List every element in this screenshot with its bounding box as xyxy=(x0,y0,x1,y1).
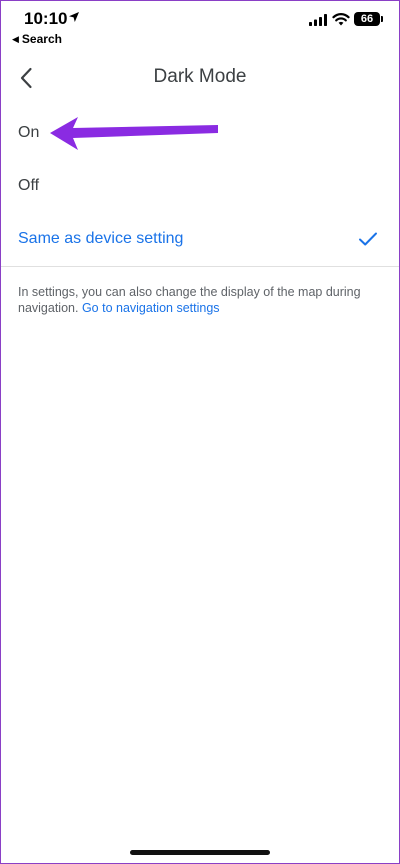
option-same-as-device[interactable]: Same as device setting xyxy=(0,213,400,265)
option-off-label: Off xyxy=(18,177,40,194)
annotation-arrow-icon xyxy=(50,117,218,150)
info-text-block: In settings, you can also change the dis… xyxy=(18,284,384,316)
navigation-settings-link[interactable]: Go to navigation settings xyxy=(82,301,220,315)
option-same-as-device-label: Same as device setting xyxy=(18,230,184,247)
page-title: Dark Mode xyxy=(153,66,247,87)
back-triangle-icon: ◀ xyxy=(12,33,19,44)
home-indicator[interactable] xyxy=(130,850,270,855)
divider xyxy=(0,266,400,267)
cellular-signal-icon xyxy=(309,14,327,26)
option-on-label: On xyxy=(18,124,40,141)
back-to-app-link[interactable]: ◀ Search xyxy=(12,32,62,46)
battery-icon: 66 xyxy=(354,12,380,26)
wifi-icon xyxy=(332,13,350,26)
status-bar: 10:10 ◀ Search 66 xyxy=(0,0,400,48)
battery-nub xyxy=(381,16,383,22)
location-arrow-icon xyxy=(69,12,79,22)
checkmark-icon xyxy=(359,232,377,246)
option-off[interactable]: Off xyxy=(0,160,400,212)
battery-level: 66 xyxy=(360,13,374,25)
back-app-label: Search xyxy=(21,32,62,46)
status-time: 10:10 xyxy=(24,9,68,28)
